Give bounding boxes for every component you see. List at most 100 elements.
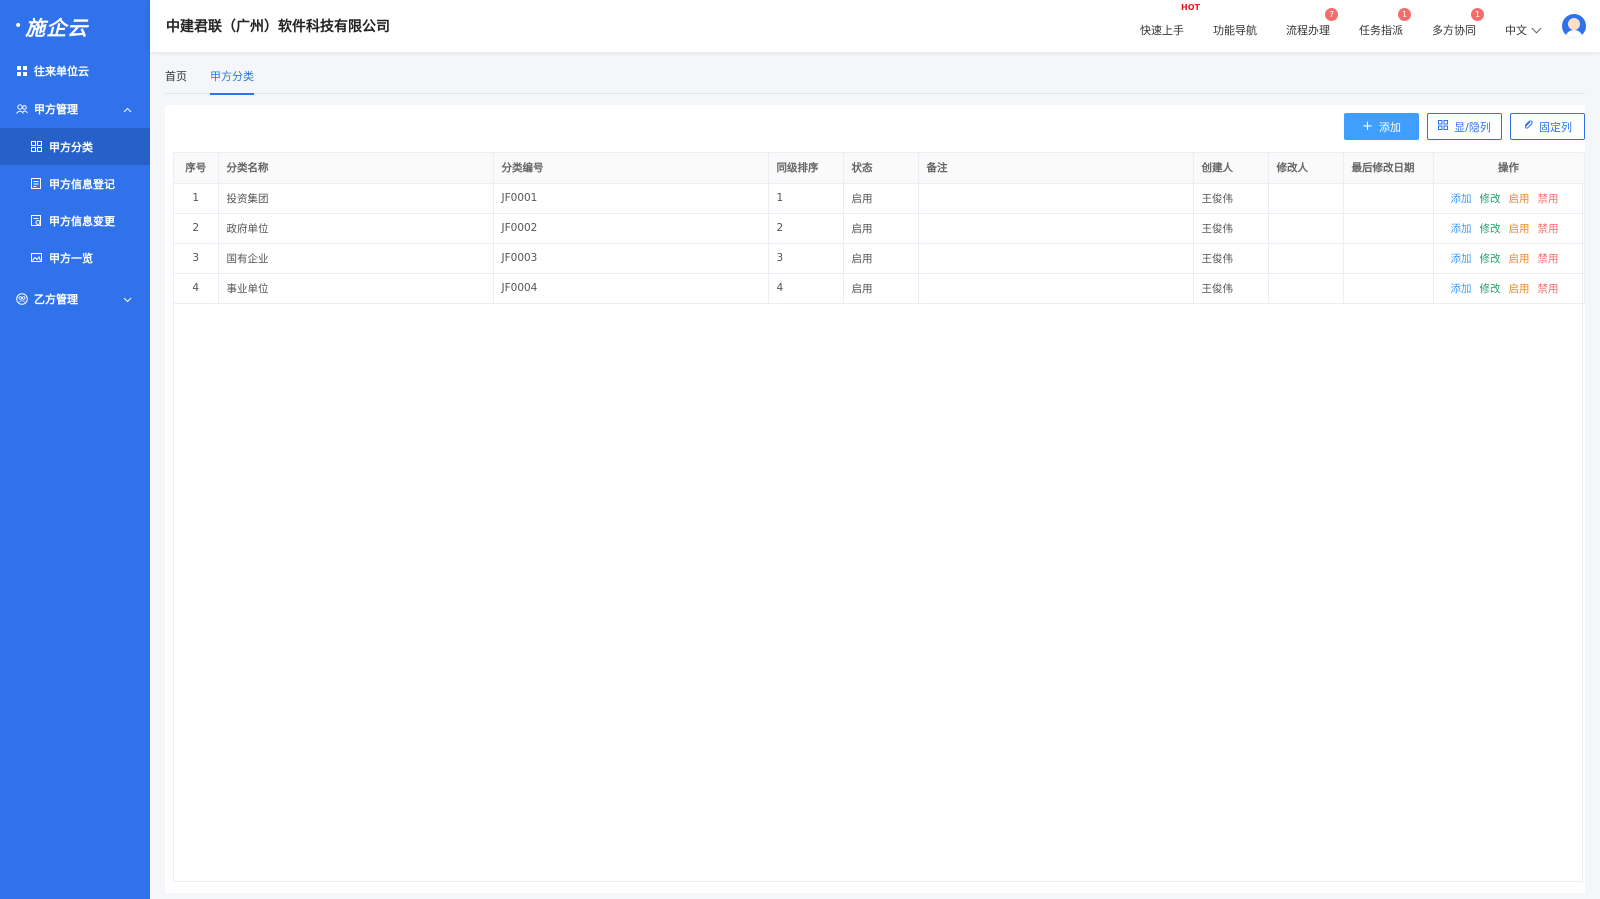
cell-order: 4 (768, 273, 844, 304)
logo-dot-icon: • (14, 18, 23, 34)
cell-creator: 王俊伟 (1193, 273, 1269, 304)
form-icon (31, 177, 43, 190)
cell-modifier (1268, 183, 1344, 214)
cell-modified-date (1343, 213, 1434, 244)
cell-modified-date (1343, 273, 1434, 304)
col-header[interactable]: 最后修改日期 (1343, 153, 1434, 184)
chevron-down-icon (1531, 23, 1542, 33)
fix-columns-button[interactable]: 固定列 (1510, 113, 1585, 140)
cell-creator: 王俊伟 (1193, 213, 1269, 244)
col-header[interactable]: 修改人 (1268, 153, 1344, 184)
row-enable-link[interactable]: 启用 (1509, 193, 1530, 205)
row-disable-link[interactable]: 禁用 (1538, 283, 1559, 295)
plus-icon: + (1362, 119, 1373, 134)
row-disable-link[interactable]: 禁用 (1538, 253, 1559, 265)
sidebar-item-party-a-change[interactable]: 甲方信息变更 (0, 202, 150, 239)
cell-modifier (1268, 273, 1344, 304)
col-header[interactable]: 分类编号 (493, 153, 769, 184)
row-add-link[interactable]: 添加 (1451, 193, 1472, 205)
avatar-body (1565, 30, 1583, 38)
row-enable-link[interactable]: 启用 (1509, 283, 1530, 295)
avatar[interactable] (1562, 14, 1586, 38)
sidebar-item-party-a-register[interactable]: 甲方信息登记 (0, 165, 150, 202)
avatar-face (1568, 18, 1580, 30)
data-table: 序号 分类名称 分类编号 同级排序 状态 备注 创建人 修改人 最后修改日期 操… (173, 152, 1585, 882)
row-edit-link[interactable]: 修改 (1480, 193, 1501, 205)
nav-collaboration[interactable]: 多方协同 1 (1432, 8, 1484, 38)
sidebar-item-party-a-category[interactable]: 甲方分类 (0, 128, 150, 165)
row-disable-link[interactable]: 禁用 (1538, 193, 1559, 205)
count-badge: 1 (1398, 8, 1411, 21)
image-icon (31, 252, 43, 264)
cell-remark (918, 273, 1194, 304)
sidebar-item-label: 甲方信息变更 (49, 214, 115, 228)
sidebar-group-label: 甲方管理 (34, 103, 78, 116)
row-enable-link[interactable]: 启用 (1509, 223, 1530, 235)
sidebar-group-party-a[interactable]: 甲方管理 (0, 90, 150, 128)
cell-actions: 添加 修改 启用 禁用 (1433, 243, 1585, 274)
col-header[interactable]: 备注 (918, 153, 1194, 184)
row-add-link[interactable]: 添加 (1451, 283, 1472, 295)
toggle-columns-button[interactable]: 显/隐列 (1427, 113, 1502, 140)
sidebar-item-partner-cloud[interactable]: 往来单位云 (0, 52, 150, 90)
cell-status: 启用 (843, 273, 919, 304)
nav-task-assign[interactable]: 任务指派 1 (1359, 8, 1411, 38)
cell-modified-date (1343, 183, 1434, 214)
cell-index: 3 (174, 243, 219, 274)
button-label: 固定列 (1539, 120, 1572, 134)
cell-modified-date (1343, 243, 1434, 274)
row-disable-link[interactable]: 禁用 (1538, 223, 1559, 235)
cell-code: JF0004 (493, 273, 769, 304)
chevron-down-icon (123, 293, 132, 306)
table-row[interactable]: 3 国有企业 JF0003 3 启用 王俊伟 添加 修改 启用 禁用 (174, 243, 1585, 274)
cell-actions: 添加 修改 启用 禁用 (1433, 183, 1585, 214)
sidebar-item-label: 甲方信息登记 (49, 177, 115, 191)
button-label: 显/隐列 (1454, 120, 1491, 134)
table-row[interactable]: 4 事业单位 JF0004 4 启用 王俊伟 添加 修改 启用 禁用 (174, 273, 1585, 304)
cell-name: 投资集团 (218, 183, 494, 214)
col-header[interactable]: 创建人 (1193, 153, 1269, 184)
nav-process[interactable]: 流程办理 7 (1286, 8, 1338, 38)
row-edit-link[interactable]: 修改 (1480, 253, 1501, 265)
nav-label: 功能导航 (1213, 24, 1257, 37)
sidebar-group-party-b[interactable]: 乙方管理 (0, 280, 150, 318)
company-name: 中建君联（广州）软件科技有限公司 (166, 19, 390, 35)
grid-icon (16, 65, 28, 77)
cell-modifier (1268, 213, 1344, 244)
tab-party-a-category[interactable]: 甲方分类 (210, 60, 254, 95)
count-badge: 1 (1471, 8, 1484, 21)
cell-status: 启用 (843, 243, 919, 274)
cell-remark (918, 243, 1194, 274)
col-header[interactable]: 状态 (843, 153, 919, 184)
table-row[interactable]: 2 政府单位 JF0002 2 启用 王俊伟 添加 修改 启用 禁用 (174, 213, 1585, 244)
sidebar-group-label: 乙方管理 (34, 293, 78, 306)
cell-order: 2 (768, 213, 844, 244)
col-header[interactable]: 同级排序 (768, 153, 844, 184)
row-edit-link[interactable]: 修改 (1480, 223, 1501, 235)
nav-function-guide[interactable]: 功能导航 (1213, 22, 1257, 38)
col-header[interactable]: 分类名称 (218, 153, 494, 184)
table-row[interactable]: 1 投资集团 JF0001 1 启用 王俊伟 添加 修改 启用 禁用 (174, 183, 1585, 214)
cell-actions: 添加 修改 启用 禁用 (1433, 273, 1585, 304)
toolbar: + 添加 显/隐列 固定列 (1336, 113, 1585, 140)
row-add-link[interactable]: 添加 (1451, 253, 1472, 265)
row-add-link[interactable]: 添加 (1451, 223, 1472, 235)
logo[interactable]: • 施企云 (0, 0, 150, 52)
page-tabs: 首页 甲方分类 (165, 60, 1585, 95)
col-header[interactable]: 序号 (174, 153, 219, 184)
sidebar-item-label: 往来单位云 (34, 65, 89, 78)
add-button[interactable]: + 添加 (1344, 113, 1419, 140)
apps-icon (31, 140, 43, 153)
cell-name: 事业单位 (218, 273, 494, 304)
nav-quick-start[interactable]: 快速上手 HOT (1140, 3, 1200, 38)
cell-name: 国有企业 (218, 243, 494, 274)
cell-creator: 王俊伟 (1193, 183, 1269, 214)
row-edit-link[interactable]: 修改 (1480, 283, 1501, 295)
columns-icon (1438, 119, 1449, 134)
hot-badge: HOT (1181, 3, 1200, 12)
sidebar-item-party-a-overview[interactable]: 甲方一览 (0, 239, 150, 276)
tab-home[interactable]: 首页 (165, 60, 187, 94)
language-select[interactable]: 中文 (1505, 22, 1542, 38)
row-enable-link[interactable]: 启用 (1509, 253, 1530, 265)
cell-creator: 王俊伟 (1193, 243, 1269, 274)
